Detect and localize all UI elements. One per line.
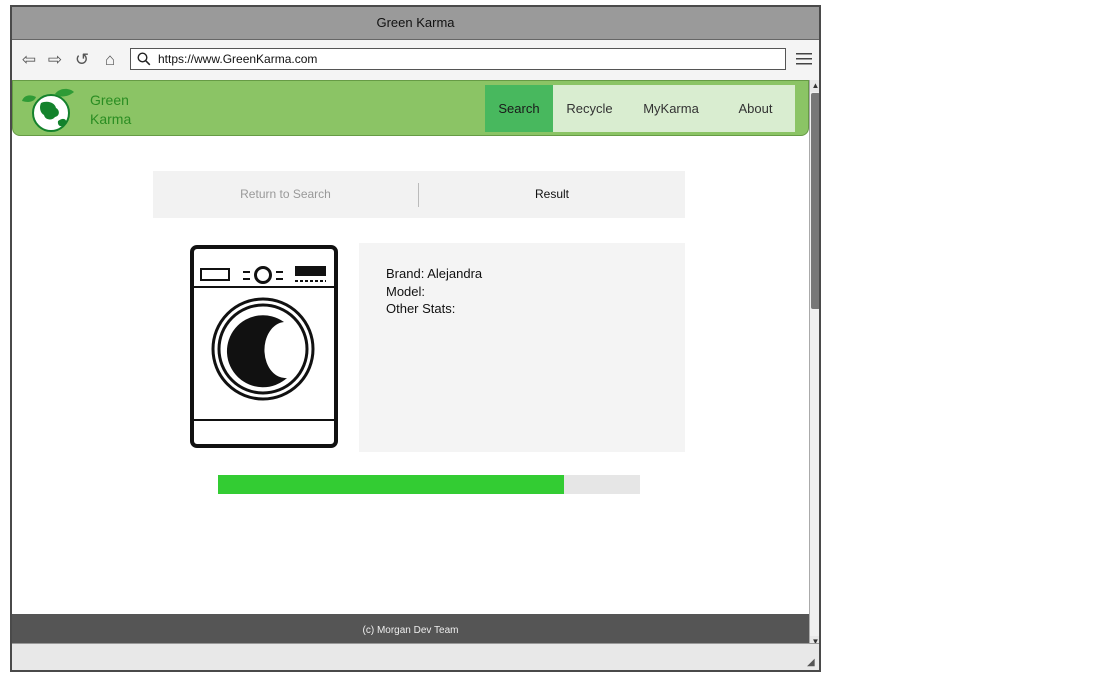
page-viewport: Green Karma Search Recycle MyKarma About… <box>12 80 809 648</box>
resize-grip-icon[interactable]: ◢ <box>807 658 817 668</box>
results-toolbar: Return to Search Result <box>153 171 685 218</box>
nav-tab-about[interactable]: About <box>716 85 795 132</box>
browser-status-bar: ◢ <box>12 643 819 670</box>
site-navigation: Search Recycle MyKarma About <box>485 85 795 132</box>
site-brand[interactable]: Green Karma <box>90 91 131 129</box>
nav-tab-recycle[interactable]: Recycle <box>553 85 626 132</box>
karma-progress-bar <box>218 475 640 494</box>
nav-tab-search[interactable]: Search <box>485 85 553 132</box>
model-info-text: Model: <box>386 283 426 299</box>
brand-info-text: Brand: Alejandra <box>386 266 483 281</box>
result-heading: Result <box>534 187 569 201</box>
url-text: https://www.GreenKarma.com <box>158 52 318 66</box>
scroll-up-arrow-icon[interactable]: ▲ <box>810 80 819 92</box>
scrollbar-thumb[interactable] <box>811 93 819 309</box>
nav-tab-mykarma[interactable]: MyKarma <box>626 85 716 132</box>
reload-icon[interactable]: ↺ <box>73 51 91 69</box>
return-to-search-link[interactable]: Return to Search <box>153 171 418 218</box>
back-arrow-icon[interactable]: ⇦ <box>20 51 38 69</box>
hamburger-menu-icon[interactable] <box>796 52 812 71</box>
product-info-panel: Brand: Alejandra Model: Other Stats: <box>359 243 685 452</box>
brand-line-2: Karma <box>90 111 132 127</box>
address-bar[interactable]: https://www.GreenKarma.com <box>130 48 786 70</box>
brand-line-1: Green <box>90 92 129 108</box>
browser-toolbar: ⇦ ⇨ ↺ ⌂ https://www.GreenKarma.com <box>12 40 819 81</box>
progress-fill <box>218 475 565 494</box>
home-icon[interactable]: ⌂ <box>101 51 119 69</box>
green-earth-leaf-logo <box>22 88 74 132</box>
vertical-scrollbar[interactable]: ▲ ▼ <box>809 80 819 648</box>
washing-machine-icon <box>190 245 338 448</box>
other-stats-text: Other Stats: <box>386 301 456 316</box>
search-icon <box>137 52 151 72</box>
browser-window: Green Karma ⇦ ⇨ ↺ ⌂ https://www.GreenKar… <box>10 5 821 672</box>
site-header: Green Karma Search Recycle MyKarma About <box>12 80 809 136</box>
forward-arrow-icon[interactable]: ⇨ <box>46 51 64 69</box>
window-title: Green Karma <box>12 7 819 40</box>
